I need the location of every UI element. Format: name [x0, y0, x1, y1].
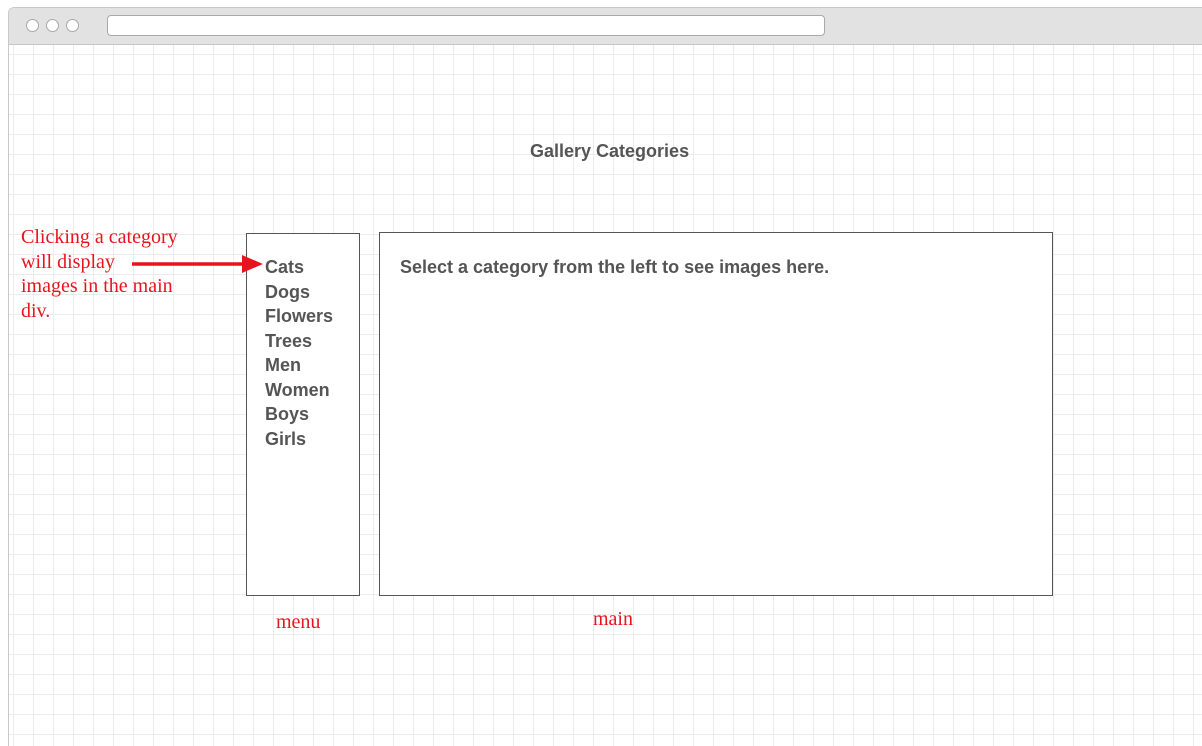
annotation-note-line: Clicking a category — [21, 226, 178, 248]
annotation-note-line: div. — [21, 299, 51, 322]
category-item-cats[interactable]: Cats — [265, 255, 333, 280]
annotation-note-line: images in the main — [21, 275, 173, 297]
main-placeholder-text: Select a category from the left to see i… — [400, 257, 830, 277]
category-item-girls[interactable]: Girls — [265, 427, 333, 452]
address-bar[interactable] — [107, 15, 825, 36]
category-item-dogs[interactable]: Dogs — [265, 280, 333, 305]
category-item-flowers[interactable]: Flowers — [265, 304, 333, 329]
category-item-women[interactable]: Women — [265, 378, 333, 403]
right-arrow-icon — [132, 255, 263, 273]
window-minimize-button[interactable] — [46, 19, 59, 32]
category-item-trees[interactable]: Trees — [265, 329, 333, 354]
page-title: Gallery Categories — [530, 141, 690, 161]
category-list: Cats Dogs Flowers Trees Men Women Boys G… — [265, 255, 333, 451]
menu-panel: Cats Dogs Flowers Trees Men Women Boys G… — [246, 233, 360, 596]
window-close-button[interactable] — [26, 19, 39, 32]
main-panel: Select a category from the left to see i… — [379, 232, 1053, 596]
main-annotation-label: main — [593, 608, 633, 630]
browser-titlebar — [9, 8, 1202, 45]
menu-annotation-label: menu — [276, 611, 321, 633]
window-maximize-button[interactable] — [66, 19, 79, 32]
category-item-men[interactable]: Men — [265, 353, 333, 378]
category-item-boys[interactable]: Boys — [265, 402, 333, 427]
annotation-note: Clicking a category will display images … — [21, 225, 226, 323]
